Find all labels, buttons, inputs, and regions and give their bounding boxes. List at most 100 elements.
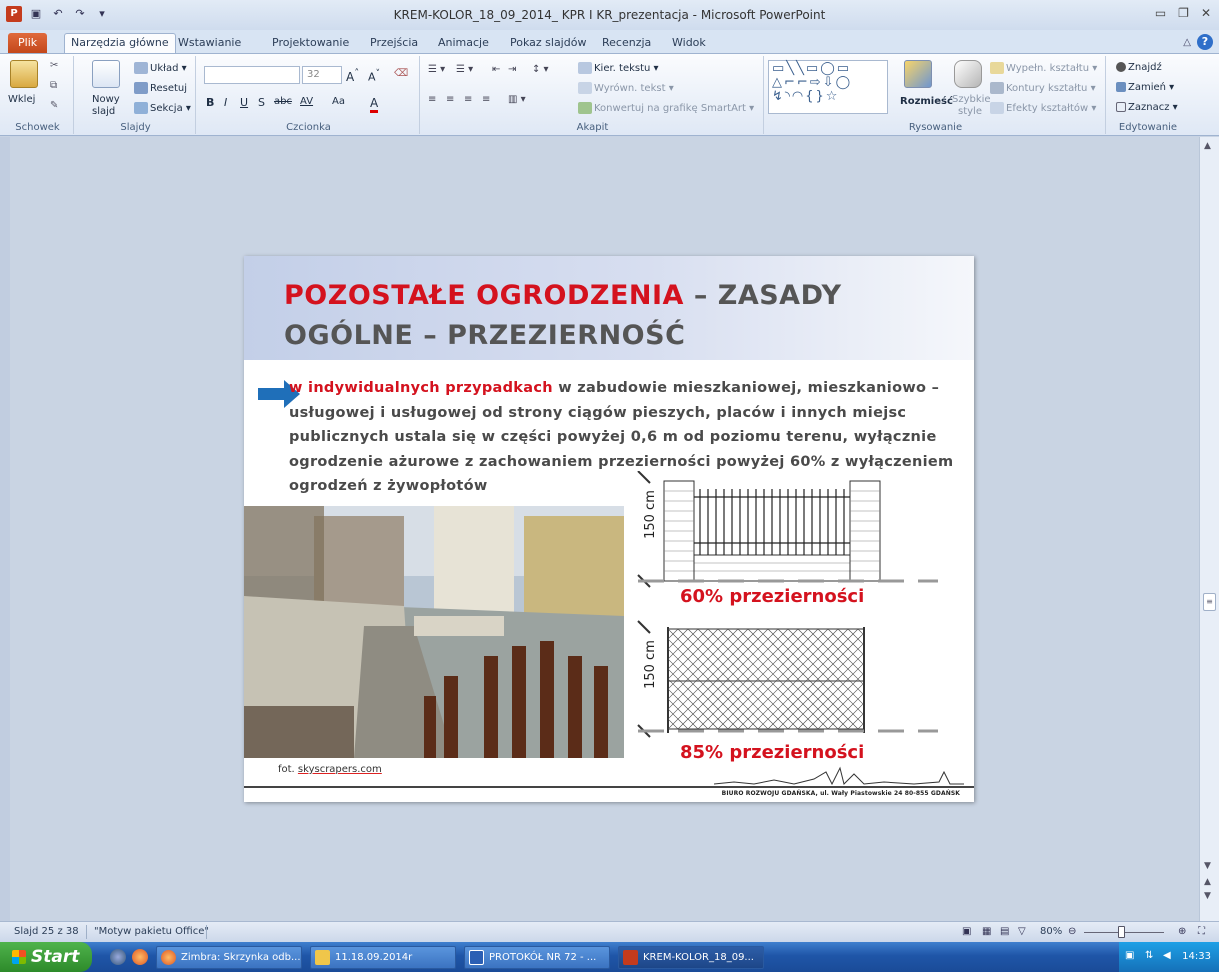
line-spacing-icon[interactable]: ↕ ▾ bbox=[532, 64, 549, 75]
zoom-slider-thumb[interactable] bbox=[1118, 926, 1125, 938]
find-button[interactable]: Znajdź bbox=[1116, 62, 1162, 73]
shape-outline-icon bbox=[990, 82, 1004, 94]
align-center-icon[interactable]: ≡ bbox=[446, 94, 454, 105]
align-left-icon[interactable]: ≡ bbox=[428, 94, 436, 105]
new-slide-icon[interactable] bbox=[92, 60, 120, 88]
normal-view-icon[interactable]: ▣ bbox=[962, 926, 971, 937]
shape-effects-button[interactable]: Efekty kształtów ▾ bbox=[990, 102, 1096, 114]
justify-icon[interactable]: ≡ bbox=[482, 94, 490, 105]
shadow-button[interactable]: S bbox=[258, 96, 265, 109]
columns-icon[interactable]: ▥ ▾ bbox=[508, 94, 526, 105]
numbering-icon[interactable]: ☰ ▾ bbox=[456, 64, 473, 75]
arrange-button[interactable]: Rozmieść bbox=[900, 96, 953, 107]
zoom-out-icon[interactable]: ⊖ bbox=[1068, 926, 1076, 937]
bold-button[interactable]: B bbox=[206, 96, 214, 109]
firefox-icon bbox=[161, 950, 176, 965]
scroll-down-icon[interactable]: ▼ bbox=[1204, 861, 1211, 871]
new-slide-button-line1[interactable]: Nowy bbox=[92, 94, 120, 105]
vertical-scrollbar[interactable]: ▲ ≡ ▼ ▲ ▼ bbox=[1199, 137, 1219, 921]
clear-format-icon[interactable]: ⌫ bbox=[394, 68, 408, 79]
section-button[interactable]: Sekcja ▾ bbox=[134, 102, 191, 114]
zoom-level[interactable]: 80% bbox=[1040, 926, 1062, 937]
quick-styles-icon[interactable] bbox=[954, 60, 982, 88]
scroll-thumb[interactable]: ≡ bbox=[1203, 593, 1216, 611]
copy-icon[interactable]: ⧉ bbox=[50, 80, 57, 91]
tab-transitions[interactable]: Przejścia bbox=[364, 34, 424, 54]
bullets-icon[interactable]: ☰ ▾ bbox=[428, 64, 445, 75]
shrink-font-icon[interactable]: A˅ bbox=[368, 68, 380, 84]
arrange-icon[interactable] bbox=[904, 60, 932, 88]
change-case-button[interactable]: Aa bbox=[332, 96, 345, 107]
restore-icon[interactable]: ❐ bbox=[1178, 6, 1189, 20]
task-word[interactable]: PROTOKÓŁ NR 72 - ... bbox=[464, 946, 610, 969]
start-button[interactable]: Start bbox=[0, 942, 92, 972]
char-spacing-button[interactable]: AV bbox=[300, 96, 313, 107]
tab-file[interactable]: Plik bbox=[8, 33, 48, 53]
firefox-quicklaunch-icon[interactable] bbox=[132, 949, 148, 965]
paste-icon[interactable] bbox=[10, 60, 38, 88]
tab-view[interactable]: Widok bbox=[666, 34, 712, 54]
taskbar-clock[interactable]: 14:33 bbox=[1182, 951, 1211, 962]
task-zimbra[interactable]: Zimbra: Skrzynka odb... bbox=[156, 946, 302, 969]
paste-button[interactable]: Wklej bbox=[8, 94, 35, 105]
reset-button[interactable]: Resetuj bbox=[134, 82, 187, 94]
italic-button[interactable]: I bbox=[224, 96, 227, 109]
quick-styles-line1[interactable]: Szybkie bbox=[952, 94, 991, 105]
find-label: Znajdź bbox=[1128, 62, 1162, 73]
ie-quicklaunch-icon[interactable] bbox=[110, 949, 126, 965]
theme-name[interactable]: "Motyw pakietu Office" bbox=[94, 926, 209, 937]
layout-button[interactable]: Układ ▾ bbox=[134, 62, 187, 74]
volume-tray-icon[interactable]: ◀ bbox=[1163, 950, 1171, 961]
cut-icon[interactable]: ✂ bbox=[50, 60, 58, 71]
close-icon[interactable]: ✕ bbox=[1201, 6, 1211, 20]
shape-outline-button[interactable]: Kontury kształtu ▾ bbox=[990, 82, 1096, 94]
drawing-group-label: Rysowanie bbox=[908, 122, 963, 133]
tab-animations[interactable]: Animacje bbox=[432, 34, 495, 54]
tab-review[interactable]: Recenzja bbox=[596, 34, 657, 54]
decrease-indent-icon[interactable]: ⇤ bbox=[492, 64, 500, 75]
minimize-icon[interactable]: ▭ bbox=[1155, 6, 1166, 20]
slide-counter[interactable]: Slajd 25 z 38 bbox=[14, 926, 79, 937]
minimize-ribbon-icon[interactable]: △ bbox=[1183, 37, 1191, 48]
align-right-icon[interactable]: ≡ bbox=[464, 94, 472, 105]
slide-canvas[interactable]: POZOSTAŁE OGRODZENIA – ZASADY OGÓLNE – P… bbox=[244, 256, 974, 802]
grow-font-icon[interactable]: A˄ bbox=[346, 68, 359, 84]
align-text-icon bbox=[578, 82, 592, 94]
slide-sorter-icon[interactable]: ▦ bbox=[982, 926, 991, 937]
help-tray-icon[interactable]: ▣ bbox=[1125, 950, 1134, 961]
tab-home[interactable]: Narzędzia główne bbox=[64, 33, 176, 53]
slide-title[interactable]: POZOSTAŁE OGRODZENIA – ZASADY OGÓLNE – P… bbox=[284, 276, 944, 356]
replace-button[interactable]: Zamień ▾ bbox=[1116, 82, 1174, 93]
task-powerpoint[interactable]: KREM-KOLOR_18_09... bbox=[618, 946, 764, 969]
tab-insert[interactable]: Wstawianie bbox=[172, 34, 247, 54]
tab-design[interactable]: Projektowanie bbox=[266, 34, 355, 54]
task-folder[interactable]: 11.18.09.2014r bbox=[310, 946, 456, 969]
underline-button[interactable]: U bbox=[240, 96, 248, 109]
quick-styles-line2[interactable]: style bbox=[958, 106, 982, 117]
fit-to-window-icon[interactable]: ⛶ bbox=[1198, 926, 1205, 937]
new-slide-button-line2[interactable]: slajd bbox=[92, 106, 115, 117]
smartart-button[interactable]: Konwertuj na grafikę SmartArt ▾ bbox=[578, 102, 754, 114]
format-painter-icon[interactable]: ✎ bbox=[50, 100, 58, 111]
shape-fill-button[interactable]: Wypełn. kształtu ▾ bbox=[990, 62, 1097, 74]
select-button[interactable]: Zaznacz ▾ bbox=[1116, 102, 1178, 113]
start-label: Start bbox=[31, 947, 80, 967]
shapes-gallery[interactable]: ▭╲╲▭◯▭ △⌐⌐⇨⇩◯ ↯◝◠{}☆ bbox=[768, 60, 888, 114]
help-icon[interactable]: ? bbox=[1197, 34, 1213, 50]
zoom-in-icon[interactable]: ⊕ bbox=[1178, 926, 1186, 937]
scroll-up-icon[interactable]: ▲ bbox=[1204, 141, 1211, 151]
increase-indent-icon[interactable]: ⇥ bbox=[508, 64, 516, 75]
previous-slide-icon[interactable]: ▲ bbox=[1204, 877, 1211, 887]
align-text-button[interactable]: Wyrówn. tekst ▾ bbox=[578, 82, 674, 94]
font-color-button[interactable]: A bbox=[370, 96, 379, 113]
slides-pane-collapsed[interactable] bbox=[0, 137, 10, 921]
slideshow-view-icon[interactable]: ▽ bbox=[1018, 926, 1026, 937]
network-tray-icon[interactable]: ⇅ bbox=[1145, 950, 1153, 961]
reading-view-icon[interactable]: ▤ bbox=[1000, 926, 1009, 937]
tab-slideshow[interactable]: Pokaz slajdów bbox=[504, 34, 592, 54]
next-slide-icon[interactable]: ▼ bbox=[1204, 891, 1211, 901]
font-name-dropdown[interactable] bbox=[204, 66, 300, 84]
text-direction-button[interactable]: Kier. tekstu ▾ bbox=[578, 62, 659, 74]
font-size-dropdown[interactable]: 32 bbox=[302, 66, 342, 84]
strikethrough-button[interactable]: abc bbox=[274, 96, 292, 107]
